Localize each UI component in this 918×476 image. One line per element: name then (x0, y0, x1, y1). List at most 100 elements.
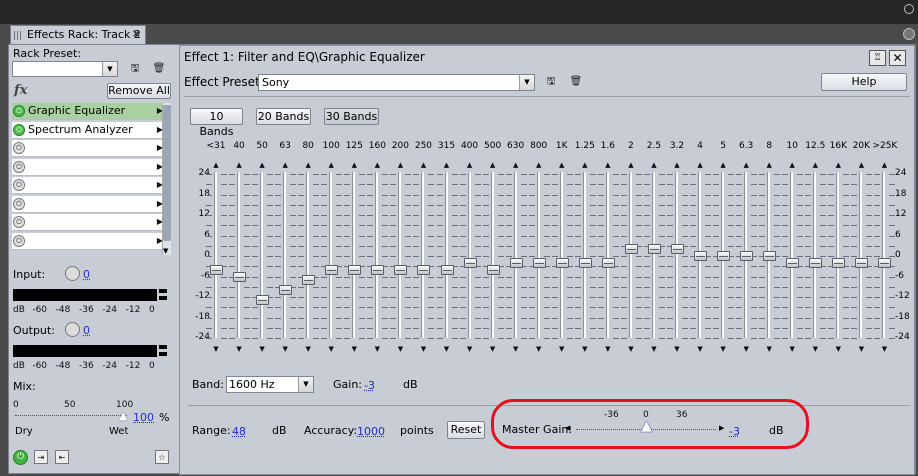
band-up-arrow-icon[interactable]: ▲ (810, 161, 820, 169)
band-up-arrow-icon[interactable]: ▲ (580, 161, 590, 169)
rack-power-icon[interactable]: ⏻ (13, 450, 28, 465)
tab-close-icon[interactable]: × (132, 27, 141, 40)
band-down-arrow-icon[interactable]: ▼ (787, 345, 797, 353)
band-down-arrow-icon[interactable]: ▼ (856, 345, 866, 353)
slot-power-icon[interactable]: ⏻ (13, 105, 25, 117)
band-slider-track[interactable] (836, 172, 840, 338)
save-preset-icon[interactable]: 🖫 (128, 62, 142, 76)
range-value[interactable]: 48 (232, 425, 246, 438)
band-slider-thumb[interactable] (832, 257, 846, 268)
band-slider-thumb[interactable] (647, 244, 661, 255)
band-slider-track[interactable] (490, 172, 494, 338)
output-clip-indicator[interactable] (159, 345, 167, 349)
band-slider-thumb[interactable] (694, 251, 708, 261)
band-dropdown[interactable]: 1600 Hz ▼ (226, 376, 314, 393)
band-slider-track[interactable] (651, 172, 655, 338)
band-slider-track[interactable] (675, 172, 678, 338)
reset-button[interactable]: Reset (447, 421, 485, 439)
output-clip-indicator-r[interactable] (159, 352, 167, 356)
band-up-arrow-icon[interactable]: ▲ (257, 161, 267, 169)
panel-flyout-icon[interactable] (903, 28, 915, 40)
effect-slot[interactable]: ⏻ ▶ (12, 140, 164, 157)
band-slider-thumb[interactable] (555, 257, 569, 268)
band-up-arrow-icon[interactable]: ▲ (626, 161, 636, 169)
band-slider-thumb[interactable] (601, 257, 615, 268)
band-slider-thumb[interactable] (463, 257, 477, 268)
band-down-arrow-icon[interactable]: ▼ (879, 345, 889, 353)
band-down-arrow-icon[interactable]: ▼ (603, 345, 613, 353)
band-slider-track[interactable] (306, 172, 310, 338)
band-down-arrow-icon[interactable]: ▼ (718, 345, 728, 353)
rack-preset-dropdown[interactable]: ▼ (12, 61, 118, 77)
band-slider-track[interactable] (628, 172, 632, 338)
band-up-arrow-icon[interactable]: ▲ (395, 161, 405, 169)
scrollbar-thumb[interactable] (163, 105, 171, 241)
band-slider-thumb[interactable] (233, 271, 247, 282)
band-slider-thumb[interactable] (302, 274, 316, 285)
band-slider-thumb[interactable] (394, 264, 408, 275)
band-slider-thumb[interactable] (671, 244, 684, 255)
slot-power-icon[interactable]: ⏻ (13, 197, 25, 210)
slot-power-icon[interactable]: ⏻ (13, 123, 25, 136)
mix-slider-thumb[interactable]: ▲ (119, 409, 127, 422)
band-down-arrow-icon[interactable]: ▼ (810, 345, 820, 353)
effect-slot[interactable]: ⏻ ▶ (12, 232, 164, 250)
slot-power-icon[interactable]: ⏻ (13, 234, 25, 247)
band-slider-track[interactable] (260, 172, 264, 338)
band-slider-track[interactable] (605, 172, 609, 338)
band-down-arrow-icon[interactable]: ▼ (833, 345, 843, 353)
band-slider-thumb[interactable] (624, 244, 638, 255)
band-up-arrow-icon[interactable]: ▲ (557, 161, 567, 169)
effects-rack-tab[interactable]: Effects Rack: Track 2 × (10, 25, 146, 44)
process-post-icon[interactable]: ⇤ (55, 450, 69, 464)
band-up-arrow-icon[interactable]: ▲ (326, 161, 336, 169)
band-down-arrow-icon[interactable]: ▼ (695, 345, 705, 353)
process-pre-icon[interactable]: ⇥ (34, 450, 48, 464)
band-up-arrow-icon[interactable]: ▲ (695, 161, 705, 169)
gain-value[interactable]: -3 (364, 379, 375, 392)
band-down-arrow-icon[interactable]: ▼ (418, 345, 428, 353)
band-slider-thumb[interactable] (256, 295, 270, 306)
band-slider-thumb[interactable] (417, 264, 431, 275)
effect-slot[interactable]: ⏻ Spectrum Analyzer ▶ (12, 121, 164, 139)
band-up-arrow-icon[interactable]: ▲ (856, 161, 866, 169)
band-down-arrow-icon[interactable]: ▼ (534, 345, 544, 353)
slot-power-icon[interactable]: ⏻ (13, 179, 25, 191)
effect-slot[interactable]: ⏻ ▶ (12, 195, 164, 213)
band-slider-track[interactable] (329, 172, 333, 338)
band-slider-thumb[interactable] (509, 257, 523, 268)
band-down-arrow-icon[interactable]: ▼ (303, 345, 313, 353)
band-up-arrow-icon[interactable]: ▲ (372, 161, 382, 169)
band-down-arrow-icon[interactable]: ▼ (672, 345, 682, 353)
band-down-arrow-icon[interactable]: ▼ (764, 345, 774, 353)
band-up-arrow-icon[interactable]: ▲ (879, 161, 889, 169)
band-up-arrow-icon[interactable]: ▲ (234, 161, 244, 169)
band-slider-track[interactable] (859, 172, 863, 338)
input-clip-indicator-r[interactable] (159, 296, 167, 300)
band-up-arrow-icon[interactable]: ▲ (418, 161, 428, 169)
band-slider-thumb[interactable] (740, 251, 754, 261)
band-slider-thumb[interactable] (578, 257, 592, 268)
band-down-arrow-icon[interactable]: ▼ (395, 345, 405, 353)
effect-slot[interactable]: ⏻ ▶ (12, 177, 164, 194)
band-up-arrow-icon[interactable]: ▲ (649, 161, 659, 169)
band-up-arrow-icon[interactable]: ▲ (718, 161, 728, 169)
band-down-arrow-icon[interactable]: ▼ (557, 345, 567, 353)
band-up-arrow-icon[interactable]: ▲ (764, 161, 774, 169)
band-slider-thumb[interactable] (279, 285, 293, 296)
band-slider-track[interactable] (214, 172, 217, 338)
band-slider-track[interactable] (444, 172, 448, 338)
input-clip-indicator[interactable] (159, 289, 167, 293)
effect-slot[interactable]: ⏻ ▶ (12, 214, 164, 231)
band-down-arrow-icon[interactable]: ▼ (465, 345, 475, 353)
output-knob[interactable] (65, 322, 80, 337)
band-slider-track[interactable] (283, 172, 287, 338)
band-up-arrow-icon[interactable]: ▲ (442, 161, 452, 169)
band-up-arrow-icon[interactable]: ▲ (465, 161, 475, 169)
tab-grip-icon[interactable] (14, 31, 22, 40)
band-down-arrow-icon[interactable]: ▼ (349, 345, 359, 353)
band-down-arrow-icon[interactable]: ▼ (626, 345, 636, 353)
band-down-arrow-icon[interactable]: ▼ (257, 345, 267, 353)
slot-power-icon[interactable]: ⏻ (13, 216, 25, 228)
band-slider-track[interactable] (398, 172, 402, 338)
